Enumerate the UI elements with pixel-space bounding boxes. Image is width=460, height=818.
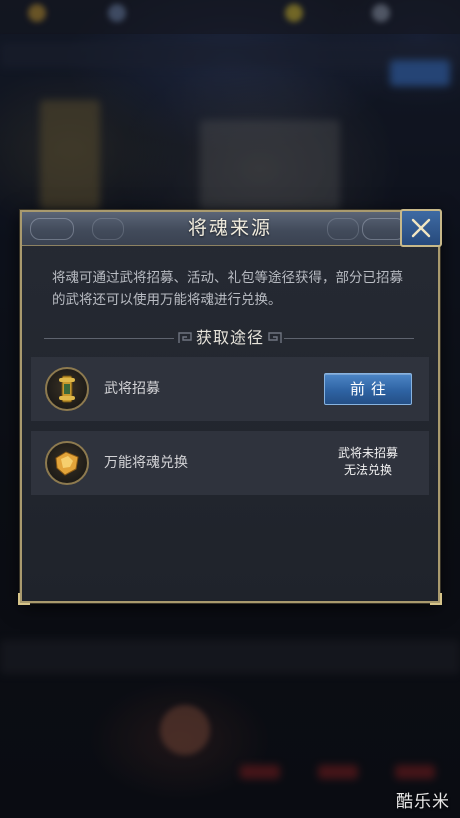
route-label: 万能将魂兑换: [104, 455, 188, 471]
route-row-recruit: 武将招募 前往: [31, 357, 429, 421]
route-status-text: 武将未招募 无法兑换: [325, 445, 411, 479]
section-title: 获取途径: [195, 328, 264, 347]
status-line: 无法兑换: [343, 463, 392, 477]
watermark: 酷乐米: [396, 792, 450, 812]
soul-source-dialog: 将魂来源 将魂可通过武将招募、活动、礼包等途径获得，部分已招募的武将还可以使用万…: [18, 209, 442, 605]
frame-corner-ornament: [430, 593, 442, 605]
dialog-description: 将魂可通过武将招募、活动、礼包等途径获得，部分已招募的武将还可以使用万能将魂进行…: [52, 270, 403, 308]
close-icon: [411, 218, 431, 238]
game-screen: 将魂来源 将魂可通过武将招募、活动、礼包等途径获得，部分已招募的武将还可以使用万…: [0, 0, 460, 818]
section-header: 获取途径: [34, 326, 426, 350]
frame-corner-ornament: [18, 593, 30, 605]
route-label: 武将招募: [104, 381, 160, 397]
route-icon-frame: [45, 367, 89, 411]
close-button[interactable]: [400, 209, 442, 247]
route-icon-frame: [45, 441, 89, 485]
route-row-universal-exchange: 万能将魂兑换 武将未招募 无法兑换: [31, 431, 429, 495]
dialog-title: 将魂来源: [187, 217, 272, 239]
go-button[interactable]: 前往: [324, 373, 412, 405]
scroll-icon: [59, 375, 75, 403]
dialog-title-bar: 将魂来源: [22, 212, 438, 246]
status-line: 武将未招募: [337, 446, 398, 460]
soul-shard-icon: [55, 451, 79, 476]
